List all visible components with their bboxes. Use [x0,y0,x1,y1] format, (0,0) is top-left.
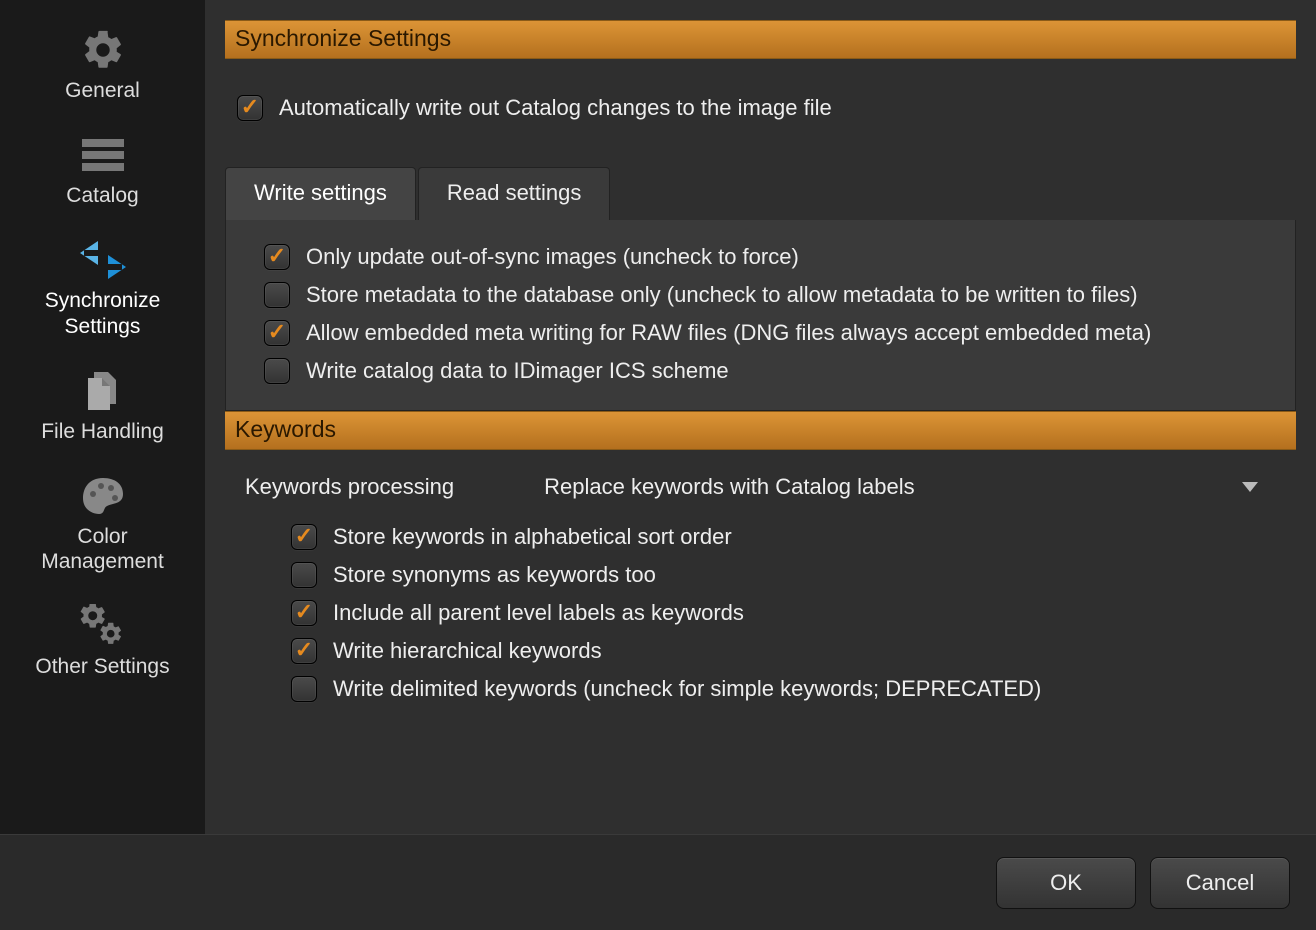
checkbox[interactable] [291,562,317,588]
keywords-processing-row: Keywords processing Replace keywords wit… [245,462,1278,518]
sidebar: General Catalog [0,0,205,834]
option-label: Write hierarchical keywords [333,638,602,664]
tab-write-settings[interactable]: Write settings [225,167,416,220]
keywords-processing-label: Keywords processing [245,474,454,500]
catalog-icon [73,133,133,177]
option-auto-write[interactable]: Automatically write out Catalog changes … [225,89,1296,127]
option-label: Store metadata to the database only (unc… [306,282,1138,308]
sidebar-item-color-management[interactable]: Color Management [0,460,205,590]
option-label: Automatically write out Catalog changes … [279,95,832,121]
sidebar-item-label: File Handling [41,419,164,444]
option-write-hierarchical[interactable]: Write hierarchical keywords [279,632,1278,670]
app-window: General Catalog [0,0,1316,930]
chevron-down-icon [1242,482,1258,492]
tab-read-settings[interactable]: Read settings [418,167,611,220]
keywords-processing-select[interactable]: Replace keywords with Catalog labels [544,474,1264,500]
sync-arrows-icon [73,238,133,282]
tabs: Write settings Read settings [225,167,1296,220]
tab-panel-write-settings: Only update out-of-sync images (uncheck … [225,220,1296,411]
ok-button[interactable]: OK [996,857,1136,909]
checkbox[interactable] [264,282,290,308]
sidebar-item-synchronize-settings[interactable]: Synchronize Settings [0,224,205,354]
dialog-footer: OK Cancel [0,834,1316,930]
sidebar-item-label: Synchronize [45,288,161,313]
sidebar-item-label-line2: Management [41,549,164,574]
checkbox[interactable] [264,244,290,270]
gears-icon [73,604,133,648]
checkbox[interactable] [291,638,317,664]
option-label: Allow embedded meta writing for RAW file… [306,320,1151,346]
checkbox[interactable] [291,524,317,550]
keywords-area: Keywords processing Replace keywords wit… [225,450,1296,716]
checkbox[interactable] [291,600,317,626]
checkbox[interactable] [291,676,317,702]
option-store-synonyms[interactable]: Store synonyms as keywords too [279,556,1278,594]
sidebar-item-label: General [65,78,140,103]
checkbox[interactable] [264,358,290,384]
checkbox-auto-write[interactable] [237,95,263,121]
option-label: Write catalog data to IDimager ICS schem… [306,358,729,384]
option-label: Only update out-of-sync images (uncheck … [306,244,799,270]
option-label: Store keywords in alphabetical sort orde… [333,524,732,550]
option-store-alphabetical[interactable]: Store keywords in alphabetical sort orde… [279,518,1278,556]
option-include-parent-labels[interactable]: Include all parent level labels as keywo… [279,594,1278,632]
gear-icon [73,28,133,72]
option-allow-embedded-raw[interactable]: Allow embedded meta writing for RAW file… [264,314,1281,352]
body-row: General Catalog [0,0,1316,834]
content-panel: Synchronize Settings Automatically write… [205,0,1316,834]
section-header-keywords: Keywords [225,411,1296,450]
option-store-metadata-db-only[interactable]: Store metadata to the database only (unc… [264,276,1281,314]
option-only-update-out-of-sync[interactable]: Only update out-of-sync images (uncheck … [264,238,1281,276]
checkbox[interactable] [264,320,290,346]
option-write-ics-scheme[interactable]: Write catalog data to IDimager ICS schem… [264,352,1281,390]
option-label: Include all parent level labels as keywo… [333,600,744,626]
section-header-synchronize: Synchronize Settings [225,20,1296,59]
sidebar-item-file-handling[interactable]: File Handling [0,355,205,460]
select-value: Replace keywords with Catalog labels [544,474,915,500]
cancel-button[interactable]: Cancel [1150,857,1290,909]
files-icon [73,369,133,413]
sidebar-item-label-line2: Settings [65,314,141,339]
sidebar-item-label: Color [77,524,127,549]
option-label: Write delimited keywords (uncheck for si… [333,676,1041,702]
sidebar-item-general[interactable]: General [0,14,205,119]
sidebar-item-label: Catalog [66,183,138,208]
option-label: Store synonyms as keywords too [333,562,656,588]
sidebar-item-catalog[interactable]: Catalog [0,119,205,224]
sidebar-item-other-settings[interactable]: Other Settings [0,590,205,695]
palette-icon [73,474,133,518]
sidebar-item-label: Other Settings [35,654,169,679]
keywords-options: Store keywords in alphabetical sort orde… [245,518,1278,708]
option-write-delimited[interactable]: Write delimited keywords (uncheck for si… [279,670,1278,708]
